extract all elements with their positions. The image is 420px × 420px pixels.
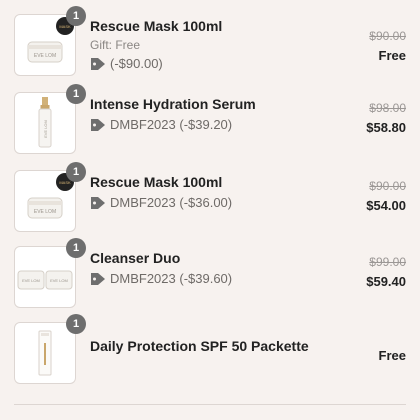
svg-text:MASK: MASK bbox=[59, 24, 71, 29]
tag-icon bbox=[91, 273, 105, 285]
product-thumbnail[interactable]: EVE LOM MASK 1 bbox=[14, 162, 86, 232]
svg-text:EVE LOM: EVE LOM bbox=[34, 209, 56, 215]
original-price: $98.00 bbox=[369, 101, 406, 115]
product-thumbnail[interactable]: EVE LOM MASK 1 bbox=[14, 6, 86, 76]
jar-icon: EVE LOM MASK bbox=[27, 17, 74, 63]
svg-text:EVE LOM: EVE LOM bbox=[22, 278, 40, 283]
serum-bottle-icon: EVE LOM bbox=[38, 97, 52, 148]
svg-text:EVE LOM: EVE LOM bbox=[50, 278, 68, 283]
original-price: $90.00 bbox=[369, 179, 406, 193]
quantity-badge: 1 bbox=[66, 6, 86, 26]
original-price: $99.00 bbox=[369, 255, 406, 269]
quantity-badge: 1 bbox=[66, 238, 86, 258]
discount-text: DMBF2023 (-$39.20) bbox=[110, 117, 233, 132]
duo-jars-icon: EVE LOM EVE LOM bbox=[17, 270, 73, 290]
tag-icon bbox=[91, 197, 105, 209]
product-thumbnail[interactable]: EVE LOM 1 bbox=[14, 84, 86, 154]
jar-icon: EVE LOM MASK bbox=[27, 173, 74, 219]
cart-item: EVE LOM MASK 1 Rescue Mask 100ml DMBF202… bbox=[0, 162, 420, 234]
discount-text: DMBF2023 (-$36.00) bbox=[110, 195, 233, 210]
discount-line: DMBF2023 (-$39.20) bbox=[90, 116, 340, 134]
gift-label: Gift: Free bbox=[90, 38, 141, 52]
product-thumbnail[interactable]: 1 bbox=[14, 314, 86, 384]
discount-text: DMBF2023 (-$39.60) bbox=[110, 271, 233, 286]
divider bbox=[14, 404, 406, 405]
final-price: Free bbox=[378, 348, 406, 363]
product-name: Daily Protection SPF 50 Packette bbox=[90, 338, 309, 354]
original-price: $90.00 bbox=[369, 29, 406, 43]
quantity-badge: 1 bbox=[66, 162, 86, 182]
final-price: $58.80 bbox=[366, 120, 406, 135]
quantity-badge: 1 bbox=[66, 314, 86, 334]
svg-text:EVE LOM: EVE LOM bbox=[43, 120, 48, 138]
svg-text:EVE LOM: EVE LOM bbox=[34, 53, 56, 59]
discount-line: DMBF2023 (-$36.00) bbox=[90, 194, 340, 212]
final-price: Free bbox=[378, 48, 406, 63]
cart-item: EVE LOM MASK 1 Rescue Mask 100ml Gift: F… bbox=[0, 6, 420, 78]
product-thumbnail[interactable]: EVE LOM EVE LOM 1 bbox=[14, 238, 86, 308]
final-price: $59.40 bbox=[366, 274, 406, 289]
tag-icon bbox=[91, 58, 105, 70]
product-name: Rescue Mask 100ml bbox=[90, 18, 223, 34]
svg-text:MASK: MASK bbox=[59, 180, 71, 185]
final-price: $54.00 bbox=[366, 198, 406, 213]
product-name: Rescue Mask 100ml bbox=[90, 174, 223, 190]
cart-item: EVE LOM 1 Intense Hydration Serum DMBF20… bbox=[0, 84, 420, 156]
product-name: Intense Hydration Serum bbox=[90, 96, 256, 112]
discount-text: (-$90.00) bbox=[110, 56, 163, 71]
tag-icon bbox=[91, 119, 105, 131]
cart-item: EVE LOM EVE LOM 1 Cleanser Duo DMBF2023 … bbox=[0, 238, 420, 310]
sachet-icon bbox=[38, 330, 52, 376]
discount-line: (-$90.00) bbox=[90, 55, 340, 73]
discount-line: DMBF2023 (-$39.60) bbox=[90, 270, 340, 288]
cart-item: 1 Daily Protection SPF 50 Packette Free bbox=[0, 314, 420, 386]
quantity-badge: 1 bbox=[66, 84, 86, 104]
product-name: Cleanser Duo bbox=[90, 250, 181, 266]
